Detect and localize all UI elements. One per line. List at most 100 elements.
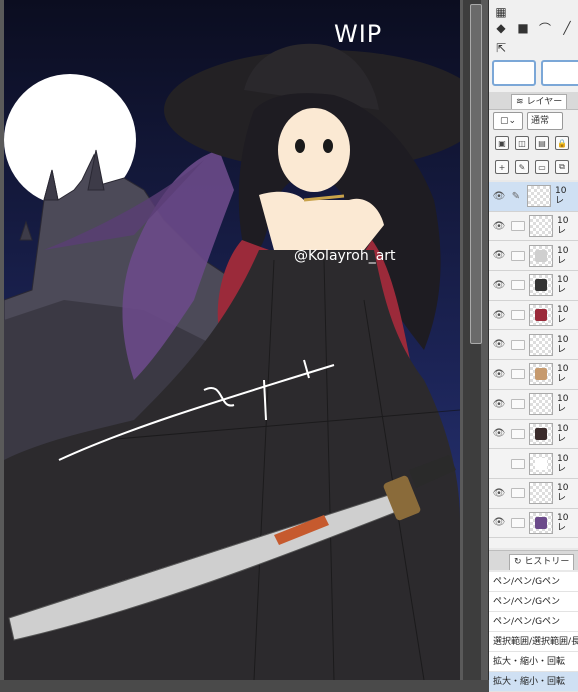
layer-thumbnail bbox=[529, 393, 553, 416]
layer-name: 10 レ bbox=[557, 305, 568, 325]
layer-row[interactable]: 👁 10 レ bbox=[489, 420, 578, 450]
face bbox=[278, 108, 350, 192]
layer-name-line-2: レ bbox=[557, 433, 567, 444]
new-folder-icon[interactable]: ▭ bbox=[535, 160, 549, 174]
layer-name: 10 レ bbox=[557, 394, 568, 414]
history-item[interactable]: ペン/ペン/Gペン bbox=[489, 612, 578, 632]
layer-thumbnail-content bbox=[535, 249, 547, 262]
layer-name-line-1: 10 bbox=[557, 216, 569, 227]
layer-lock-toggle[interactable] bbox=[511, 280, 525, 291]
layer-thumbnail-content bbox=[535, 309, 547, 322]
layer-row[interactable]: 👁 ✎ 10 レ bbox=[489, 182, 578, 212]
eye-icon[interactable]: 👁 bbox=[489, 517, 509, 528]
layer-row[interactable]: 👁 10 レ bbox=[489, 271, 578, 301]
layer-lock-toggle[interactable] bbox=[511, 488, 525, 499]
eye-icon[interactable]: 👁 bbox=[489, 339, 509, 350]
eye-icon[interactable]: 👁 bbox=[489, 310, 509, 321]
eye-icon[interactable]: 👁 bbox=[489, 250, 509, 261]
layer-row[interactable]: 👁 10 レ bbox=[489, 330, 578, 361]
history-item[interactable]: ペン/ペン/Gペン bbox=[489, 592, 578, 612]
new-layer-icon[interactable]: + bbox=[495, 160, 509, 174]
drawing-canvas[interactable]: WIP @Kolayroh_art bbox=[4, 0, 460, 680]
layer-lock-toggle[interactable] bbox=[511, 310, 525, 321]
blend-mode-select[interactable]: 通常 bbox=[527, 112, 563, 130]
layer-thumbnail bbox=[529, 482, 553, 505]
layer-tools: ▣ ◫ ▤ 🔒 + ✎ ▭ ⧉ bbox=[489, 132, 578, 180]
layer-row[interactable]: 👁 10 レ bbox=[489, 390, 578, 420]
line-icon[interactable]: ╱ bbox=[559, 20, 575, 36]
eye-icon[interactable]: 👁 bbox=[489, 191, 509, 202]
layer-thumbnail bbox=[529, 333, 553, 356]
layer-row[interactable]: 👁 10 レ bbox=[489, 479, 578, 509]
layer-name-line-2: レ bbox=[557, 285, 567, 296]
layer-row[interactable]: 👁 10 レ bbox=[489, 212, 578, 242]
copy-layer-icon[interactable]: ⧉ bbox=[555, 160, 569, 174]
layer-lock-toggle[interactable] bbox=[511, 458, 525, 469]
history-item[interactable]: ペン/ペン/Gペン bbox=[489, 572, 578, 592]
layer-name-line-2: レ bbox=[557, 344, 567, 355]
layer-tab-bar: ≋ レイヤー bbox=[489, 92, 578, 110]
grid-icon[interactable]: ▦ bbox=[493, 4, 509, 20]
eye-icon[interactable]: 👁 bbox=[489, 221, 509, 232]
curve-icon[interactable]: ⌒ bbox=[537, 20, 553, 36]
layer-list[interactable]: 👁 ✎ 10 レ 👁 10 レ 👁 10 レ 👁 10 レ 👁 10 レ 👁 10 レ 👁 10 レ 👁 10 レ 👁 10 レ 10 レ… bbox=[489, 182, 578, 548]
layer-name: 10 レ bbox=[557, 454, 568, 474]
layer-thumbnail bbox=[529, 244, 553, 267]
layer-row[interactable]: 👁 10 レ bbox=[489, 301, 578, 331]
layer-lock-toggle[interactable] bbox=[511, 517, 525, 528]
layer-name: 10 レ bbox=[557, 424, 568, 444]
vertical-scrollbar[interactable] bbox=[463, 0, 482, 680]
layer-row[interactable]: 👁 10 レ bbox=[489, 509, 578, 539]
history-item[interactable]: 拡大・縮小・回転 bbox=[489, 672, 578, 692]
scrollbar-thumb[interactable] bbox=[470, 4, 482, 344]
lock-transparency-icon[interactable]: ▤ bbox=[535, 136, 549, 150]
history-item[interactable]: 選択範囲/選択範囲/長 bbox=[489, 632, 578, 652]
layer-lock-toggle[interactable] bbox=[511, 221, 525, 232]
layer-name: 10 レ bbox=[557, 275, 568, 295]
tool-property-area: ▦ ◆ ■ ⌒ ╱ ⇱ bbox=[489, 0, 578, 92]
history-item[interactable]: 拡大・縮小・回転 bbox=[489, 652, 578, 672]
layer-row[interactable]: 👁 10 レ bbox=[489, 241, 578, 272]
eye-icon[interactable]: 👁 bbox=[489, 488, 509, 499]
tab-layer[interactable]: ≋ レイヤー bbox=[511, 94, 568, 109]
layer-name-line-1: 10 bbox=[557, 423, 569, 434]
layer-lock-toggle[interactable] bbox=[511, 250, 525, 261]
reference-icon[interactable]: ◫ bbox=[515, 136, 529, 150]
layer-tab-label: レイヤー bbox=[526, 97, 563, 107]
layer-thumbnail-content bbox=[535, 427, 547, 440]
new-vector-layer-icon[interactable]: ✎ bbox=[515, 160, 529, 174]
selection-arrow-icon[interactable]: ⇱ bbox=[493, 40, 509, 56]
layer-name-line-1: 10 bbox=[557, 483, 569, 494]
wip-label: WIP bbox=[334, 20, 383, 48]
eye-icon[interactable]: 👁 bbox=[489, 399, 509, 410]
layer-lock-toggle[interactable] bbox=[511, 399, 525, 410]
layer-name-line-2: レ bbox=[557, 315, 567, 326]
layer-name-line-1: 10 bbox=[557, 245, 569, 256]
main-color-swatch[interactable] bbox=[492, 60, 536, 86]
square-shape-icon[interactable]: ■ bbox=[515, 20, 531, 36]
layer-lock-toggle[interactable] bbox=[511, 428, 525, 439]
fill-bucket-icon[interactable]: ◆ bbox=[493, 20, 509, 36]
tab-history[interactable]: ↻ ヒストリー bbox=[509, 554, 575, 570]
sub-color-swatch[interactable] bbox=[541, 60, 578, 86]
eye-icon[interactable]: 👁 bbox=[489, 369, 509, 380]
clip-icon[interactable]: ▣ bbox=[495, 136, 509, 150]
layer-name-line-2: レ bbox=[557, 226, 567, 237]
layer-lock-toggle[interactable] bbox=[511, 369, 525, 380]
canvas-area[interactable]: WIP @Kolayroh_art bbox=[0, 0, 488, 680]
layer-name: 10 レ bbox=[557, 246, 568, 266]
eye-icon[interactable]: 👁 bbox=[489, 428, 509, 439]
layer-lock-toggle[interactable] bbox=[511, 339, 525, 350]
eye-icon[interactable]: 👁 bbox=[489, 280, 509, 291]
layer-thumbnail-content bbox=[535, 516, 547, 529]
layer-name: 10 レ bbox=[557, 513, 568, 533]
layer-row[interactable]: 10 レ bbox=[489, 449, 578, 479]
layer-thumbnail bbox=[529, 215, 553, 238]
layer-name-line-2: レ bbox=[557, 522, 567, 533]
lock-icon[interactable]: 🔒 bbox=[555, 136, 569, 150]
layer-thumbnail-content bbox=[535, 368, 547, 381]
layer-thumbnail-content bbox=[535, 279, 547, 292]
layer-thumbnail bbox=[529, 304, 553, 327]
layer-row[interactable]: 👁 10 レ bbox=[489, 360, 578, 390]
layer-color-button[interactable]: ▢⌄ bbox=[493, 112, 523, 130]
